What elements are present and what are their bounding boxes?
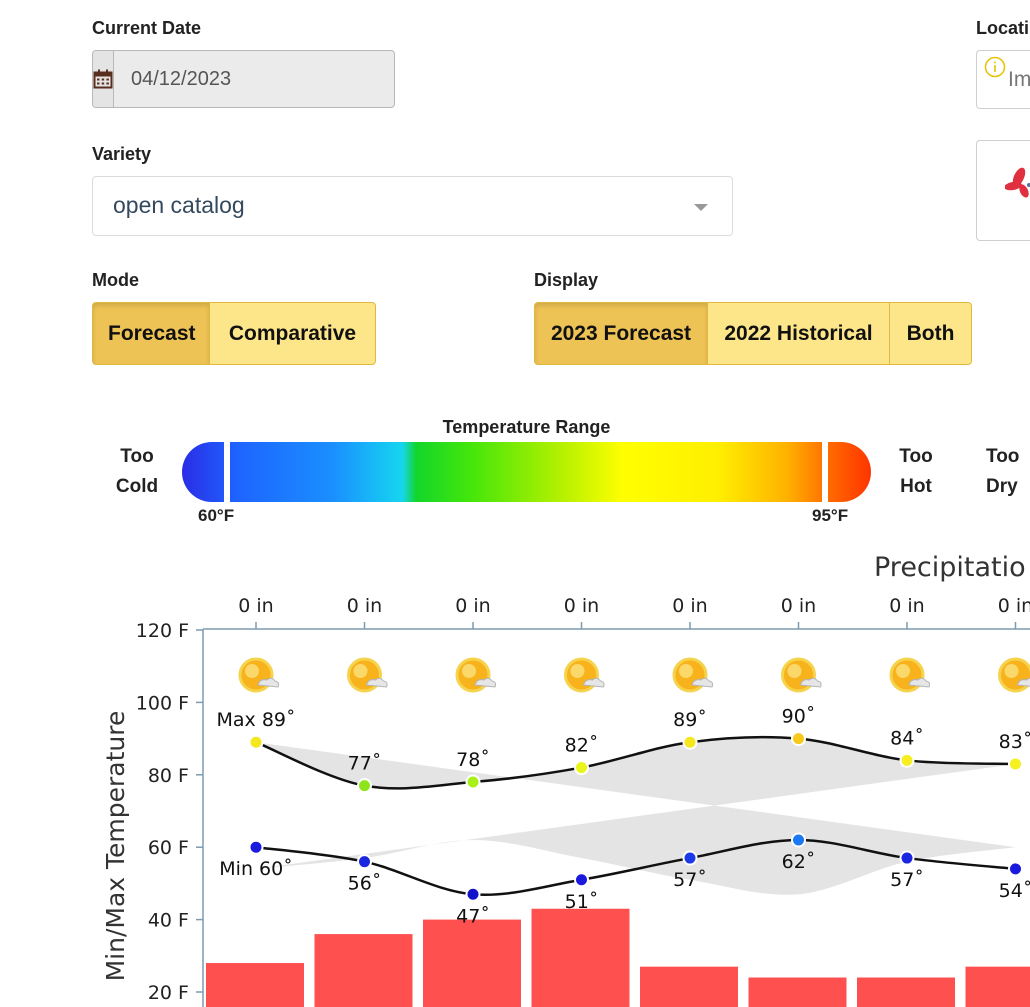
y-tick-label: 80 F xyxy=(148,765,189,787)
min-data-label: Min 60˚ xyxy=(219,858,292,880)
max-point xyxy=(682,734,698,750)
sun-cloud-icon xyxy=(347,657,388,693)
max-point xyxy=(791,731,806,747)
min-data-label: 57˚ xyxy=(673,869,707,891)
min-data-label: 62˚ xyxy=(782,851,816,873)
low-threshold-label: 60°F xyxy=(198,506,235,525)
location-input[interactable]: Im xyxy=(976,50,1030,109)
display-label: Display xyxy=(534,270,599,290)
min-point xyxy=(682,850,698,866)
location-placeholder: Im xyxy=(1008,68,1030,91)
min-point xyxy=(465,886,481,902)
max-point xyxy=(465,774,481,790)
sun-cloud-icon xyxy=(455,657,497,693)
max-data-label: 83˚ xyxy=(999,731,1030,753)
display-2022-historical-button[interactable]: 2022 Historical xyxy=(707,302,890,365)
temperature-chart: Precipitatio Min/Max Temperature 20 F 40 … xyxy=(101,552,1030,1007)
min-point xyxy=(791,832,806,848)
mode-toggle: Forecast Comparative xyxy=(92,302,376,365)
date-picker[interactable] xyxy=(92,50,398,108)
max-point xyxy=(1008,756,1023,772)
min-point xyxy=(1008,861,1023,877)
y-tick-label: 60 F xyxy=(148,837,189,859)
precip-label: 0 in xyxy=(998,595,1030,617)
sun-cloud-icon xyxy=(781,657,822,693)
chart-title: Precipitatio xyxy=(874,552,1026,583)
precip-bar xyxy=(314,934,413,1007)
high-threshold-label: 95°F xyxy=(812,506,849,525)
sun-cloud-icon xyxy=(564,657,605,693)
display-toggle: 2023 Forecast 2022 Historical Both xyxy=(534,302,972,365)
precip-label: 0 in xyxy=(238,595,273,617)
mode-label: Mode xyxy=(92,270,139,290)
min-data-label: 57˚ xyxy=(890,869,924,891)
mode-forecast-button[interactable]: Forecast xyxy=(92,302,210,365)
min-data-label: 51˚ xyxy=(565,891,599,913)
precip-bar xyxy=(206,963,304,1007)
info-icon xyxy=(984,56,1006,83)
max-data-label: 84˚ xyxy=(890,727,924,749)
max-point xyxy=(248,734,264,750)
sun-cloud-icon xyxy=(889,657,931,693)
max-point xyxy=(357,778,372,794)
y-tick-label: 120 F xyxy=(136,620,189,642)
too-cold-label: Too Cold xyxy=(115,446,159,497)
min-point xyxy=(899,850,915,866)
min-point xyxy=(574,872,589,888)
display-2023-forecast-button[interactable]: 2023 Forecast xyxy=(534,302,708,365)
logo-panel xyxy=(976,140,1030,241)
precip-label: 0 in xyxy=(889,595,924,617)
min-point xyxy=(357,854,372,870)
current-date-input[interactable] xyxy=(114,51,398,107)
max-data-label: 78˚ xyxy=(456,749,490,771)
variety-select[interactable]: open catalog xyxy=(92,176,733,236)
precip-label: 0 in xyxy=(347,595,382,617)
sun-cloud-icon xyxy=(672,657,714,693)
precip-bar xyxy=(531,908,630,1007)
location-label: Locati xyxy=(976,18,1030,38)
precip-bar xyxy=(965,966,1030,1007)
low-threshold-marker xyxy=(224,442,230,502)
precip-bar xyxy=(640,966,738,1007)
sun-cloud-icon xyxy=(998,657,1030,693)
max-point xyxy=(574,760,589,776)
chevron-down-icon[interactable] xyxy=(694,204,708,211)
high-threshold-marker xyxy=(822,442,828,502)
precip-label: 0 in xyxy=(455,595,490,617)
logo-icon xyxy=(1004,165,1030,204)
max-data-label: 90˚ xyxy=(782,706,816,728)
calendar-icon[interactable] xyxy=(93,51,114,107)
precip-label: 0 in xyxy=(672,595,707,617)
sun-cloud-icon xyxy=(238,657,280,693)
max-data-label: Max 89˚ xyxy=(217,709,296,731)
precip-label: 0 in xyxy=(781,595,816,617)
min-data-label: 47˚ xyxy=(456,905,490,927)
y-tick-label: 40 F xyxy=(148,910,189,932)
variety-label: Variety xyxy=(92,144,152,164)
temperature-range-title: Temperature Range xyxy=(442,417,611,437)
min-data-label: 56˚ xyxy=(348,873,382,895)
variety-selected-value: open catalog xyxy=(113,192,245,218)
precip-bar xyxy=(748,977,847,1007)
max-data-label: 82˚ xyxy=(565,735,599,757)
precip-label: 0 in xyxy=(564,595,599,617)
current-date-label: Current Date xyxy=(92,18,202,38)
temperature-gradient-bar xyxy=(182,442,871,502)
min-data-label: 54˚ xyxy=(999,880,1030,902)
too-hot-label: Too Hot xyxy=(899,446,933,497)
max-point xyxy=(899,752,915,768)
max-data-label: 77˚ xyxy=(348,753,382,775)
y-axis-label: Min/Max Temperature xyxy=(101,711,130,982)
max-data-label: 89˚ xyxy=(673,709,707,731)
display-both-button[interactable]: Both xyxy=(889,302,972,365)
mode-comparative-button[interactable]: Comparative xyxy=(209,302,376,365)
precip-bar xyxy=(857,977,955,1007)
too-dry-label: Too Dry xyxy=(986,446,1020,497)
min-point xyxy=(248,839,264,855)
y-tick-label: 20 F xyxy=(148,982,189,1004)
y-tick-label: 100 F xyxy=(136,692,189,714)
precip-bar xyxy=(423,919,521,1007)
